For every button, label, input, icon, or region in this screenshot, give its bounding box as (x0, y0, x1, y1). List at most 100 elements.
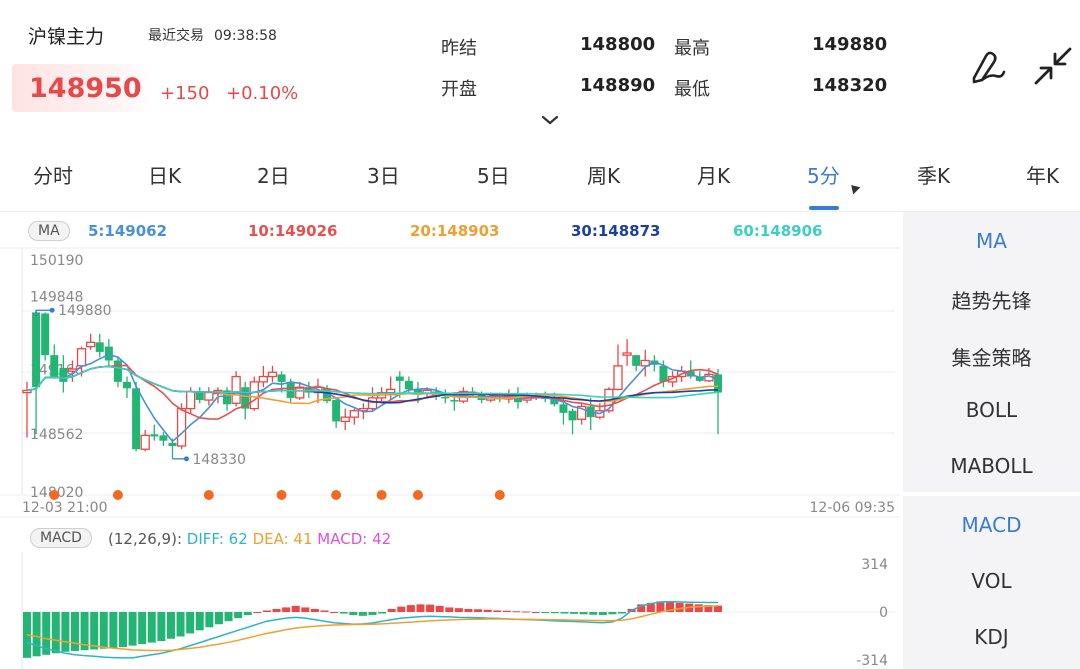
event-marker-dot (376, 490, 387, 500)
macd-bar-down (90, 612, 99, 650)
event-marker-dot (49, 490, 60, 500)
ma60-value: 60:148906 (733, 222, 823, 240)
indicator-maboll[interactable]: MABOLL (903, 454, 1080, 478)
high-label: 最高 (674, 38, 710, 59)
indicator-vol[interactable]: VOL (903, 569, 1080, 593)
candle-body-down (41, 313, 50, 356)
chevron-down-icon[interactable] (541, 115, 559, 125)
macd-bar-up (502, 610, 511, 612)
candle-body-down (404, 380, 413, 390)
caret-icon[interactable] (847, 181, 861, 195)
candle-body-down (286, 381, 295, 398)
event-marker-dot (494, 490, 505, 500)
macd-bar-up (387, 608, 396, 612)
collapse-icon[interactable] (1033, 46, 1073, 86)
candle-body-down (450, 400, 459, 402)
candle-body-down (32, 312, 41, 388)
tab-intraday[interactable]: 分时 (33, 160, 73, 189)
tab-2day[interactable]: 2日 (257, 160, 290, 189)
price-change-pct: +0.10% (226, 83, 299, 104)
macd-bar-down (358, 612, 367, 616)
macd-bar-down (70, 612, 79, 651)
indicator-ma[interactable]: MA (903, 229, 1080, 253)
macd-badge[interactable]: MACD (30, 528, 92, 548)
macd-bar-up (675, 602, 684, 612)
price-tick-label: 150190 (30, 253, 83, 269)
tab-monthly[interactable]: 月K (697, 160, 730, 189)
macd-bar-down (243, 612, 252, 616)
macd-bar-up (522, 611, 531, 613)
macd-bar-up (483, 609, 492, 612)
tab-weekly[interactable]: 周K (587, 160, 620, 189)
macd-bar-up (426, 604, 435, 612)
tab-3day[interactable]: 3日 (367, 160, 400, 189)
sub-indicator-panel: MACD VOL KDJ (903, 496, 1080, 669)
macd-bar-up (445, 607, 454, 612)
macd-bar-up (253, 612, 262, 613)
indicator-trend-pioneer[interactable]: 趋势先锋 (903, 285, 1080, 314)
candle-body-down (104, 346, 113, 361)
macd-bar-down (541, 612, 550, 613)
candle-body-up (85, 341, 96, 348)
candle-body-down (95, 342, 104, 352)
macd-bar-down (157, 612, 166, 642)
draw-icon[interactable] (968, 46, 1008, 86)
indicator-boll[interactable]: BOLL (903, 398, 1080, 422)
macd-bar-up (282, 607, 291, 612)
macd-bar-up (301, 607, 310, 612)
open-value: 148890 (580, 75, 656, 96)
candle-body-down (659, 365, 668, 382)
macd-bar-down (128, 612, 137, 646)
macd-bar-up (454, 608, 463, 612)
tab-quarterly[interactable]: 季K (917, 160, 950, 189)
indicator-kdj[interactable]: KDJ (903, 625, 1080, 649)
tab-5min[interactable]: 5分 (807, 160, 840, 189)
candle-body-down (632, 355, 641, 366)
macd-bar-down (550, 612, 559, 614)
last-price: 148950 (29, 73, 142, 104)
macd-bar-down (560, 612, 569, 614)
macd-bar-down (118, 612, 127, 648)
macd-bar-up (272, 608, 281, 612)
macd-bar-down (186, 612, 195, 634)
tab-5day[interactable]: 5日 (477, 160, 510, 189)
tab-yearly[interactable]: 年K (1026, 160, 1059, 189)
price-tick-label: 148562 (30, 427, 83, 443)
main-indicator-panel: MA 趋势先锋 集金策略 BOLL MABOLL (903, 212, 1080, 492)
high-value: 149880 (812, 34, 888, 55)
kline-chart[interactable]: 1501901498481491661485621480201498801483… (0, 212, 900, 669)
macd-bar-down (579, 612, 588, 615)
candle-body-up (386, 388, 396, 394)
candle-body-down (113, 360, 122, 382)
ma-badge[interactable]: MA (28, 221, 70, 241)
candle-body-up (295, 386, 305, 399)
candle-body-up (258, 375, 269, 383)
macd-bar-up (406, 605, 415, 612)
macd-bar-up (330, 612, 339, 613)
event-marker-dot (331, 490, 342, 500)
macd-bar-up (474, 609, 483, 612)
tab-daily[interactable]: 日K (148, 160, 181, 189)
macd-bar-up (694, 604, 703, 612)
macd-bar-down (608, 612, 617, 615)
macd-bar-up (262, 610, 271, 612)
macd-bar-down (234, 612, 243, 619)
macd-bar-down (109, 612, 118, 648)
candle-body-up (76, 348, 87, 367)
indicator-jijin-strategy[interactable]: 集金策略 (903, 342, 1080, 371)
low-annotation-label: 148330 (192, 452, 245, 468)
ma10-value: 10:149026 (248, 222, 338, 240)
active-tab-indicator (809, 206, 839, 210)
kline-chart-area[interactable]: 1501901498481491661485621480201498801483… (0, 212, 900, 669)
price-change: +150 (160, 83, 210, 104)
candle-body-up (267, 371, 278, 378)
candle-body-down (441, 396, 450, 399)
candle-body-up (140, 434, 150, 450)
macd-bar-down (61, 612, 70, 652)
recent-trade-time: 09:38:58 (214, 28, 277, 44)
macd-tick-label: 314 (861, 557, 888, 573)
macd-bar-down (138, 612, 147, 645)
x-end-label: 12-06 09:35 (810, 500, 895, 516)
indicator-macd[interactable]: MACD (903, 513, 1080, 537)
recent-trade-label: 最近交易 (148, 28, 204, 44)
